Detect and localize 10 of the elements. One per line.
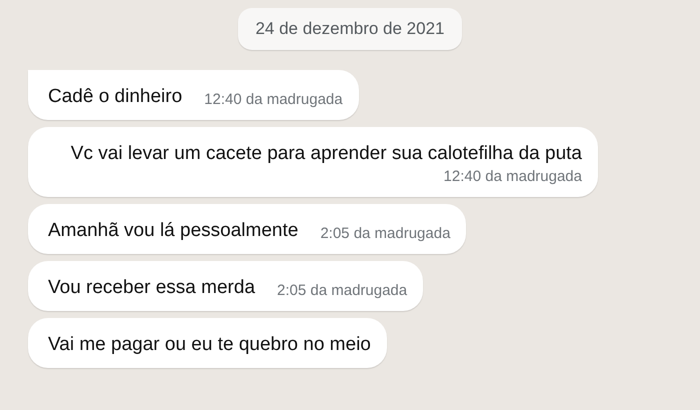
message-text: Amanhã vou lá pessoalmente: [48, 219, 298, 243]
message-text: Cadê o dinheiro: [48, 85, 182, 109]
message-time: 12:40 da madrugada: [204, 90, 343, 110]
message-time: 2:05 da madrugada: [320, 224, 450, 244]
message-text: Vai me pagar ou eu te quebro no meio: [48, 333, 371, 357]
date-chip: 24 de dezembro de 2021: [238, 8, 462, 50]
message-time: 12:40 da madrugada: [444, 167, 582, 187]
message-text: Vou receber essa merda: [48, 276, 256, 300]
message-text: Vc vai levar um cacete para aprender sua calotefilha da puta: [70, 142, 582, 166]
message-time: 2:05 da madrugada: [277, 281, 408, 301]
